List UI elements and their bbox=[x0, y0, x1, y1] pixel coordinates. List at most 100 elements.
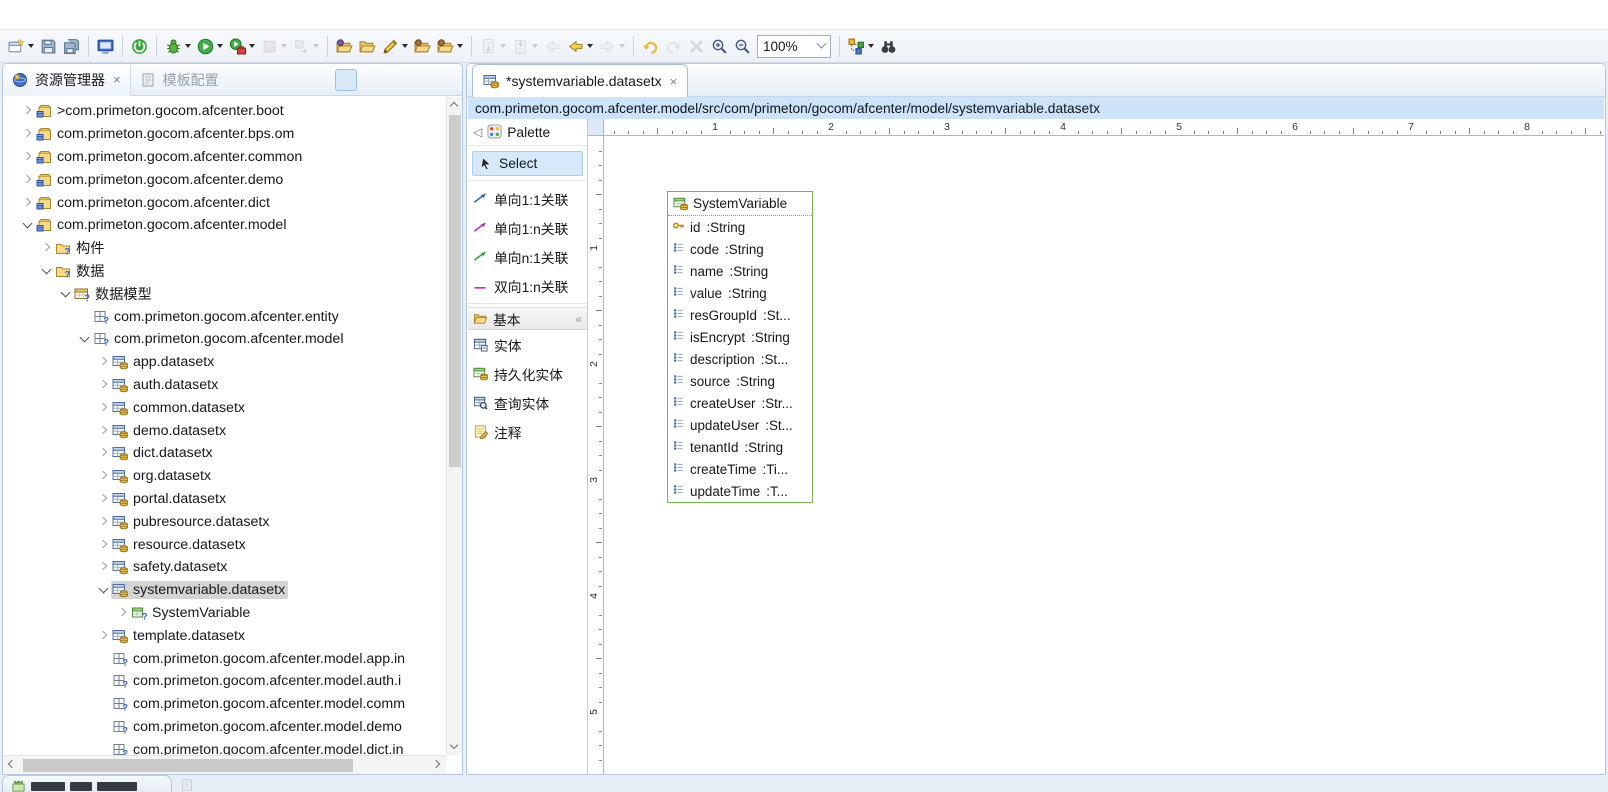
menu-item[interactable] bbox=[0, 0, 22, 30]
dropdown-arrow-icon[interactable] bbox=[185, 44, 191, 48]
folder-open-icon[interactable] bbox=[357, 34, 378, 58]
scroll-up-button[interactable] bbox=[447, 97, 463, 113]
window-tool-icon[interactable] bbox=[1543, 69, 1565, 91]
expander-icon[interactable] bbox=[21, 127, 35, 141]
expander-icon[interactable] bbox=[21, 173, 35, 187]
tree-item[interactable]: template.datasetx bbox=[3, 624, 446, 647]
close-icon[interactable]: × bbox=[113, 72, 121, 87]
tree-item-body[interactable]: common.datasetx bbox=[111, 399, 248, 417]
debug-icon[interactable] bbox=[163, 34, 193, 58]
entity-field[interactable]: resGroupId :St... bbox=[668, 304, 812, 326]
save-all-icon[interactable] bbox=[61, 34, 82, 58]
tree-item-body[interactable]: ? com.primeton.gocom.afcenter.entity bbox=[92, 308, 342, 326]
view-tool-icon[interactable] bbox=[310, 69, 332, 91]
expander-icon[interactable] bbox=[116, 606, 130, 620]
palette-relation-tool[interactable]: 单向n:1关联 bbox=[468, 242, 587, 271]
palette-tool[interactable]: 注释 bbox=[468, 417, 587, 446]
entity-header[interactable]: SystemVariable bbox=[668, 192, 812, 216]
zoom-level-combo[interactable]: 100% bbox=[757, 35, 831, 58]
palette-relation-tool[interactable]: 单向1:1关联 bbox=[468, 184, 587, 213]
bottom-view-tab[interactable] bbox=[2, 775, 172, 792]
tree-item[interactable]: ? com.primeton.gocom.afcenter.model bbox=[3, 328, 446, 351]
entity-field[interactable]: name :String bbox=[668, 260, 812, 282]
tree-item-body[interactable]: resource.datasetx bbox=[111, 536, 249, 554]
tree-item-body[interactable]: app.datasetx bbox=[111, 353, 217, 371]
tree-item[interactable]: ? SystemVariable bbox=[3, 602, 446, 625]
folder-purple-icon[interactable] bbox=[334, 34, 355, 58]
tree-item-body[interactable]: ? com.primeton.gocom.afcenter.model.comm bbox=[111, 695, 408, 713]
tree-item[interactable]: > com.primeton.gocom.afcenter.boot bbox=[3, 100, 446, 123]
expander-icon[interactable] bbox=[97, 401, 111, 415]
vertical-scrollbar[interactable] bbox=[446, 97, 462, 755]
expander-icon[interactable] bbox=[97, 446, 111, 460]
tree-item-body[interactable]: demo.datasetx bbox=[111, 422, 229, 440]
back-gold-icon[interactable] bbox=[565, 34, 595, 58]
entity-field[interactable]: tenantId :String bbox=[668, 436, 812, 458]
entity-field[interactable]: isEncrypt :String bbox=[668, 326, 812, 348]
palette-relation-tool[interactable]: 单向1:n关联 bbox=[468, 213, 587, 242]
view-tool-icon[interactable] bbox=[385, 69, 407, 91]
dropdown-arrow-icon[interactable] bbox=[313, 44, 319, 48]
run-config-icon[interactable] bbox=[227, 34, 257, 58]
tree-item[interactable]: com.primeton.gocom.afcenter.dict bbox=[3, 191, 446, 214]
search-icon[interactable] bbox=[878, 34, 899, 58]
window-tool-icon[interactable] bbox=[1573, 69, 1595, 91]
tree-item[interactable]: ? com.primeton.gocom.afcenter.model.comm bbox=[3, 693, 446, 716]
tree-item[interactable]: auth.datasetx bbox=[3, 374, 446, 397]
menu-item[interactable] bbox=[132, 0, 154, 30]
window-tool-icon[interactable] bbox=[444, 776, 462, 792]
folder-brown-icon[interactable] bbox=[412, 34, 433, 58]
tree-item-body[interactable]: ? SystemVariable bbox=[130, 604, 253, 622]
scroll-left-button[interactable] bbox=[3, 757, 19, 773]
menu-item[interactable] bbox=[154, 0, 176, 30]
entity-field[interactable]: value :String bbox=[668, 282, 812, 304]
tree-item-body[interactable]: ? com.primeton.gocom.afcenter.model.dict… bbox=[111, 741, 406, 755]
expander-icon[interactable] bbox=[97, 629, 111, 643]
expander-icon[interactable] bbox=[97, 560, 111, 574]
tree-item[interactable]: ? com.primeton.gocom.afcenter.model.auth… bbox=[3, 670, 446, 693]
scroll-down-button[interactable] bbox=[447, 739, 463, 755]
dropdown-arrow-icon[interactable] bbox=[281, 44, 287, 48]
expander-icon[interactable] bbox=[97, 515, 111, 529]
tree-item-body[interactable]: ? com.primeton.gocom.afcenter.model.auth… bbox=[111, 672, 404, 690]
menu-item[interactable] bbox=[44, 0, 66, 30]
tree-item[interactable]: systemvariable.datasetx bbox=[3, 579, 446, 602]
entity-systemvariable[interactable]: SystemVariable id :String code :String n… bbox=[667, 191, 813, 503]
folder-brown-icon[interactable] bbox=[435, 34, 465, 58]
palette-tool[interactable]: 查询实体 bbox=[468, 388, 587, 417]
palette-tool[interactable]: 实体 bbox=[468, 330, 587, 359]
pin-icon[interactable]: « bbox=[575, 312, 582, 326]
tree-item[interactable]: common.datasetx bbox=[3, 396, 446, 419]
dropdown-arrow-icon[interactable] bbox=[532, 44, 538, 48]
menu-item[interactable] bbox=[88, 0, 110, 30]
scrollbar-thumb[interactable] bbox=[449, 115, 461, 467]
dropdown-arrow-icon[interactable] bbox=[217, 44, 223, 48]
tree-item-body[interactable]: ? 数据模型 bbox=[73, 283, 155, 305]
menu-item[interactable] bbox=[110, 0, 132, 30]
window-tool-icon[interactable] bbox=[420, 776, 438, 792]
tree-item[interactable]: pubresource.datasetx bbox=[3, 510, 446, 533]
tree-item-body[interactable]: com.primeton.gocom.afcenter.common bbox=[35, 148, 305, 166]
entity-field[interactable]: code :String bbox=[668, 238, 812, 260]
save-icon[interactable] bbox=[38, 34, 59, 58]
scroll-right-button[interactable] bbox=[430, 757, 446, 773]
zoom-out-icon[interactable] bbox=[732, 34, 753, 58]
zoom-in-icon[interactable] bbox=[709, 34, 730, 58]
dropdown-arrow-icon[interactable] bbox=[28, 44, 34, 48]
dropdown-arrow-icon[interactable] bbox=[587, 44, 593, 48]
dropdown-arrow-icon[interactable] bbox=[868, 44, 874, 48]
collapse-palette-icon[interactable]: ◁ bbox=[473, 125, 482, 139]
tree-item[interactable]: com.primeton.gocom.afcenter.bps.om bbox=[3, 123, 446, 146]
layout-icon[interactable] bbox=[846, 34, 876, 58]
entity-field[interactable]: id :String bbox=[668, 216, 812, 238]
tree-item-body[interactable]: > com.primeton.gocom.afcenter.boot bbox=[35, 102, 287, 120]
tree-item-body[interactable]: template.datasetx bbox=[111, 627, 248, 645]
palette-select-tool[interactable]: Select bbox=[472, 151, 583, 176]
tree-item-body[interactable]: com.primeton.gocom.afcenter.demo bbox=[35, 171, 286, 189]
palette-section-header[interactable]: 基本 « bbox=[468, 307, 587, 330]
view-tool-icon[interactable] bbox=[360, 69, 382, 91]
tree-item[interactable]: ? com.primeton.gocom.afcenter.model.demo bbox=[3, 716, 446, 739]
tree-item[interactable]: ? 数据 bbox=[3, 260, 446, 283]
close-icon[interactable]: × bbox=[670, 74, 678, 89]
expander-icon[interactable] bbox=[97, 583, 111, 597]
